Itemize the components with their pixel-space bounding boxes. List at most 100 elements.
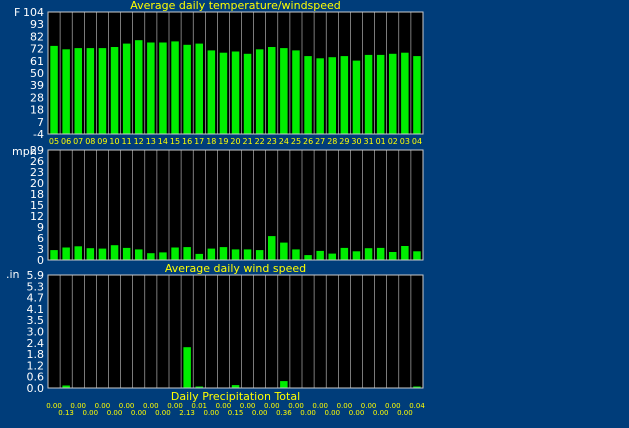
- windspeed-bar: [195, 253, 203, 260]
- temperature-bar: [340, 56, 349, 134]
- windspeed-bar: [243, 249, 252, 260]
- temperature-bar: [413, 56, 421, 134]
- windspeed-bar: [98, 248, 107, 260]
- temperature-bar: [268, 47, 276, 134]
- temperature-x-tick-label: 27: [315, 137, 325, 146]
- temperature-bar: [292, 50, 300, 134]
- windspeed-bar: [219, 247, 228, 260]
- windspeed-bar: [268, 236, 276, 260]
- precipitation-value-label: 0.36: [276, 409, 292, 417]
- precipitation-value-label: 0.15: [228, 409, 244, 417]
- temperature-x-tick-label: 08: [85, 137, 95, 146]
- temperature-x-tick-label: 14: [158, 137, 168, 146]
- precipitation-value-label: 0.00: [349, 409, 365, 417]
- windspeed-bar: [231, 249, 240, 260]
- temperature-x-tick-label: 19: [218, 137, 228, 146]
- precipitation-value-label: 0.00: [325, 409, 341, 417]
- temperature-bar: [74, 48, 82, 134]
- precipitation-plot-area: [48, 275, 423, 388]
- temperature-x-tick-label: 06: [61, 137, 71, 146]
- temperature-bar: [62, 49, 70, 134]
- weather-chart-page: 104 93 82 72 61 50 39 28 18 7 -4 F Average daily tem…: [0, 0, 629, 424]
- temperature-x-tick-label: 07: [73, 137, 83, 146]
- temperature-bar: [328, 57, 336, 135]
- windspeed-bar: [50, 250, 58, 260]
- temperature-x-tick-label: 04: [412, 137, 422, 146]
- temperature-y-tick-label: 18: [30, 104, 44, 117]
- temperature-title: Average daily temperature/windspeed: [130, 0, 341, 12]
- temperature-bar: [183, 44, 191, 134]
- windspeed-bar: [352, 251, 361, 260]
- temperature-bar: [159, 42, 167, 134]
- precipitation-value-label: 2.13: [179, 409, 195, 417]
- temperature-bar: [86, 48, 95, 134]
- temperature-x-tick-label: 01: [376, 137, 386, 146]
- windspeed-y-axis-label: mph: [12, 145, 37, 158]
- temperature-bar: [147, 42, 155, 134]
- precipitation-y-axis-label: .in: [6, 268, 20, 281]
- windspeed-bar: [171, 247, 179, 260]
- windspeed-y-tick-label: 0: [37, 254, 44, 267]
- temperature-bar: [316, 58, 324, 134]
- temperature-bar: [401, 52, 409, 135]
- temperature-x-tick-label: 25: [291, 137, 301, 146]
- windspeed-bar: [364, 248, 373, 260]
- temperature-x-tick-label: 10: [109, 137, 119, 146]
- weather-charts-svg: 10493827261503928187-4FAverage daily tem…: [6, 0, 425, 417]
- windspeed-plot-area: [48, 150, 423, 260]
- windspeed-bar: [340, 247, 349, 260]
- temperature-x-tick-label: 18: [206, 137, 216, 146]
- windspeed-bar: [292, 249, 300, 260]
- windspeed-bar: [159, 252, 167, 260]
- temperature-x-tick-label: 17: [194, 137, 204, 146]
- windspeed-bar: [389, 252, 397, 260]
- precipitation-value-label: 0.00: [300, 409, 316, 417]
- temperature-y-tick-label: 7: [37, 116, 44, 129]
- temperature-x-tick-label: 24: [279, 137, 289, 146]
- temperature-x-tick-label: 20: [230, 137, 240, 146]
- precipitation-y-tick-label: 0.0: [27, 382, 45, 395]
- temperature-bar: [110, 47, 119, 134]
- windspeed-bar: [122, 247, 131, 260]
- temperature-x-tick-label: 26: [303, 137, 313, 146]
- temperature-y-tick-label: 28: [30, 91, 44, 104]
- temperature-x-tick-label: 15: [170, 137, 180, 146]
- temperature-bar: [376, 54, 385, 134]
- precipitation-value-label: 0.00: [397, 409, 413, 417]
- windspeed-bar: [74, 246, 82, 260]
- precipitation-title: Daily Precipitation Total: [171, 390, 300, 403]
- windspeed-bar: [255, 250, 264, 260]
- windspeed-bar: [413, 251, 421, 260]
- temperature-bar: [231, 51, 240, 134]
- windspeed-bar: [401, 246, 409, 260]
- windspeed-bar: [304, 255, 312, 260]
- temperature-bar: [219, 52, 228, 135]
- temperature-y-tick-label: -4: [33, 128, 44, 141]
- temperature-bar: [135, 40, 143, 135]
- windspeed-bar: [328, 253, 336, 260]
- precipitation-value-label: 0.00: [131, 409, 147, 417]
- temperature-bar: [50, 45, 58, 134]
- precipitation-value-label: 0.00: [204, 409, 220, 417]
- windspeed-bar: [376, 247, 385, 260]
- precipitation-value-label: 0.13: [58, 409, 74, 417]
- windspeed-bar: [110, 245, 119, 260]
- windspeed-title: Average daily wind speed: [165, 262, 306, 275]
- temperature-x-tick-label: 12: [134, 137, 144, 146]
- temperature-bar: [98, 48, 107, 134]
- temperature-bar: [304, 56, 312, 134]
- temperature-bar: [195, 43, 203, 134]
- temperature-x-tick-label: 09: [97, 137, 107, 146]
- temperature-x-tick-label: 28: [327, 137, 337, 146]
- precipitation-value-label: 0.00: [155, 409, 171, 417]
- temperature-y-tick-label: 61: [30, 55, 44, 68]
- temperature-x-tick-label: 21: [243, 137, 253, 146]
- temperature-y-axis-label: F: [14, 6, 20, 19]
- temperature-x-tick-label: 13: [146, 137, 156, 146]
- precipitation-value-label: 0.00: [252, 409, 268, 417]
- temperature-x-tick-label: 31: [364, 137, 374, 146]
- temperature-y-tick-label: 82: [30, 30, 44, 43]
- temperature-y-tick-label: 50: [30, 67, 44, 80]
- temperature-x-tick-label: 05: [49, 137, 59, 146]
- temperature-x-tick-label: 30: [351, 137, 361, 146]
